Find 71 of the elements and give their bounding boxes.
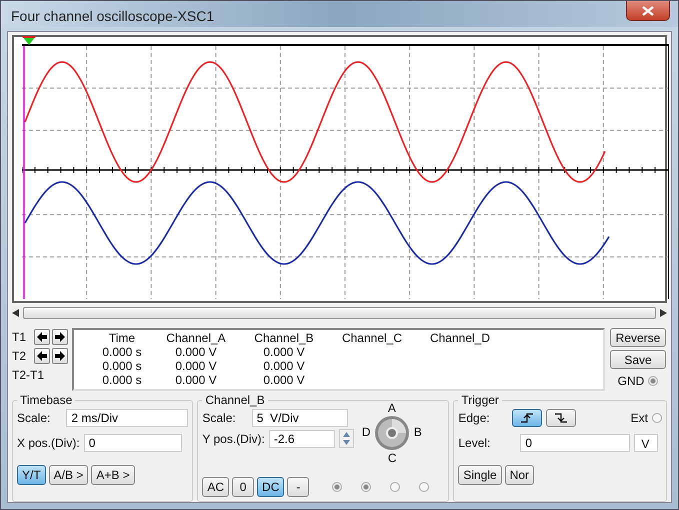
- field-label: Level:: [458, 436, 492, 450]
- right-arrow-button[interactable]: [52, 348, 68, 364]
- mode-button[interactable]: A/B >: [48, 465, 88, 485]
- scale-field[interactable]: 5 V/Div: [252, 408, 348, 426]
- table-cell-text: 0.000 V: [262, 359, 306, 373]
- trigger-marker-icon: [22, 36, 36, 45]
- table-cell-text: 0.000 V: [262, 373, 306, 387]
- window-title: Four channel oscilloscope-XSC1: [11, 8, 214, 24]
- level-field[interactable]: 0: [520, 434, 630, 452]
- field-label: Scale:: [202, 410, 236, 424]
- rising-edge-icon: [520, 412, 534, 422]
- coupling-button[interactable]: DC: [257, 477, 284, 497]
- close-icon: [642, 6, 654, 16]
- mode-button[interactable]: A+B >: [91, 465, 135, 485]
- side-button[interactable]: Save: [610, 350, 666, 369]
- left-arrow-icon[interactable]: [12, 309, 19, 317]
- table-cell-text: 0.000 s: [101, 373, 143, 387]
- edge-button[interactable]: [512, 408, 542, 426]
- radio-button[interactable]: [332, 482, 342, 492]
- group-title: Timebase: [19, 393, 74, 407]
- mode-button[interactable]: Y/T: [17, 465, 46, 485]
- falling-edge-icon: [554, 412, 568, 422]
- table-cell-text: 0.000 V: [174, 359, 218, 373]
- spin-buttons[interactable]: [338, 429, 354, 448]
- right-arrow-icon[interactable]: [660, 309, 667, 317]
- field-label: Scale:: [17, 410, 50, 424]
- column-header: Time: [108, 331, 136, 345]
- gnd-label: GND: [618, 374, 644, 388]
- radio-button[interactable]: [361, 482, 372, 492]
- side-button[interactable]: Reverse: [610, 328, 666, 347]
- coupling-button[interactable]: -: [287, 477, 310, 497]
- group-title: Channel_B: [204, 393, 266, 407]
- close-button[interactable]: [626, 1, 670, 21]
- position-field[interactable]: 0: [84, 434, 182, 452]
- field-label: X pos.(Div):: [17, 436, 80, 450]
- column-header: Channel_D: [428, 331, 492, 345]
- table-cell-text: 0.000 V: [262, 345, 306, 359]
- left-arrow-button[interactable]: [34, 329, 50, 345]
- knob-label: D: [362, 425, 370, 439]
- cursor-label: T1: [12, 330, 28, 344]
- unit-field: V: [634, 434, 658, 452]
- ext-label: Ext: [630, 410, 648, 424]
- coupling-button[interactable]: 0: [232, 477, 254, 497]
- column-header: Channel_A: [165, 331, 227, 345]
- gnd-terminal[interactable]: [648, 376, 658, 386]
- scale-field[interactable]: 2 ms/Div: [66, 408, 188, 426]
- field-label: Y pos.(Div):: [202, 432, 265, 446]
- position-field[interactable]: -2.6: [268, 430, 335, 448]
- radio-button[interactable]: [390, 482, 400, 492]
- ext-terminal[interactable]: [652, 412, 662, 422]
- channel-knob[interactable]: [374, 415, 410, 451]
- table-cell-text: 0.000 V: [174, 345, 218, 359]
- knob-label: C: [388, 451, 396, 465]
- coupling-button[interactable]: AC: [202, 477, 230, 497]
- edge-button[interactable]: [546, 408, 576, 426]
- table-cell-text: 0.000 s: [101, 359, 143, 373]
- knob-label: A: [388, 401, 396, 415]
- cursor-label: T2: [12, 349, 28, 363]
- cursor-label: T2-T1: [12, 368, 44, 382]
- radio-button[interactable]: [419, 482, 430, 492]
- group-title: Trigger: [460, 393, 500, 407]
- table-cell-text: 0.000 s: [101, 345, 143, 359]
- trigger-mode-button[interactable]: Single: [458, 465, 502, 485]
- right-arrow-button[interactable]: [52, 329, 68, 345]
- trigger-mode-button[interactable]: Nor: [504, 465, 534, 485]
- knob-label: B: [414, 425, 422, 439]
- column-header: Channel_C: [340, 331, 404, 345]
- table-cell-text: 0.000 V: [174, 373, 218, 387]
- column-header: Channel_B: [253, 331, 315, 345]
- field-label: Edge:: [458, 410, 491, 424]
- left-arrow-button[interactable]: [34, 348, 50, 364]
